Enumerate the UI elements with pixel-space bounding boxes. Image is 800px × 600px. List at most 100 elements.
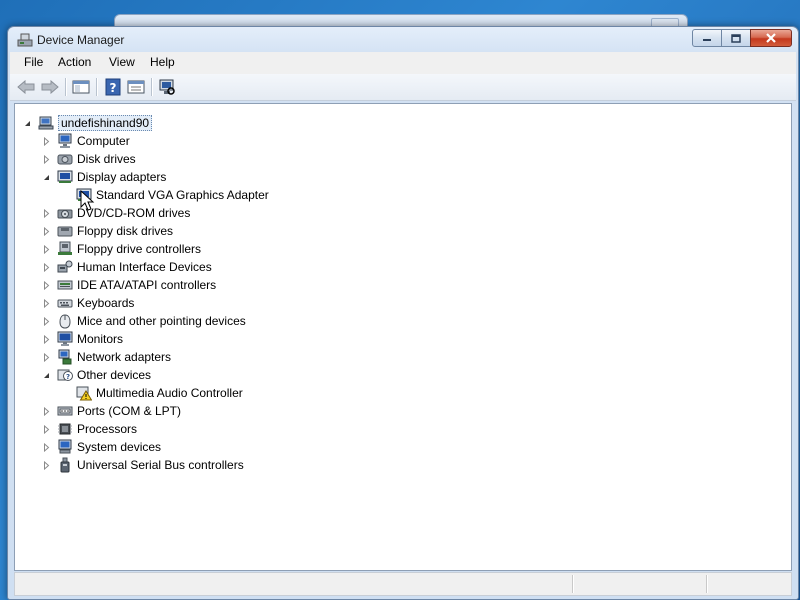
properties-button[interactable] <box>126 77 146 97</box>
node-expander[interactable] <box>42 173 51 182</box>
network-adapter-icon <box>58 349 72 365</box>
toolbar-separator <box>96 78 98 96</box>
system-device-icon <box>58 439 72 454</box>
tree-node-label: Processors <box>77 422 138 436</box>
mouse-icon <box>59 314 71 329</box>
caption-buttons <box>692 29 792 48</box>
root-expander[interactable] <box>23 119 32 128</box>
tree-node[interactable]: Floppy disk drives <box>42 222 173 240</box>
node-expander[interactable] <box>42 334 51 344</box>
menu-file[interactable]: File <box>24 55 43 69</box>
close-button[interactable] <box>750 29 792 47</box>
toolbar-separator <box>151 78 153 96</box>
tree-node[interactable]: Mice and other pointing devices <box>42 312 246 330</box>
tree-node-label: IDE ATA/ATAPI controllers <box>77 278 217 292</box>
toolbar: ? <box>10 74 796 101</box>
menu-action[interactable]: Action <box>58 55 91 69</box>
node-expander[interactable] <box>42 280 51 290</box>
expand-triangle-icon <box>44 334 50 344</box>
menu-view[interactable]: View <box>109 55 135 69</box>
expand-triangle-icon <box>44 244 50 254</box>
back-button[interactable] <box>16 77 36 97</box>
node-expander[interactable] <box>42 371 51 380</box>
node-expander[interactable] <box>42 316 51 326</box>
tree-child-label: Standard VGA Graphics Adapter <box>96 188 269 202</box>
tree-node[interactable]: Computer <box>42 132 130 150</box>
expand-triangle-icon <box>44 208 50 218</box>
title-bar[interactable]: Device Manager <box>8 27 798 53</box>
close-icon <box>766 33 776 43</box>
tree-node[interactable]: Processors <box>42 420 137 438</box>
node-expander[interactable] <box>42 352 51 362</box>
tree-node[interactable]: Display adapters <box>42 168 166 186</box>
tree-child-label: Multimedia Audio Controller <box>96 386 243 400</box>
tree-node[interactable]: Human Interface Devices <box>42 258 212 276</box>
show-hide-console-tree-icon <box>72 80 90 94</box>
expand-triangle-icon <box>44 460 50 470</box>
forward-arrow-icon <box>41 80 59 94</box>
collapse-triangle-icon <box>44 372 49 378</box>
tree-node[interactable]: Network adapters <box>42 348 171 366</box>
node-expander[interactable] <box>42 460 51 470</box>
expand-triangle-icon <box>44 406 50 416</box>
help-button[interactable]: ? <box>103 77 123 97</box>
tree-node[interactable]: Keyboards <box>42 294 134 312</box>
tree-node-label: Ports (COM & LPT) <box>77 404 182 418</box>
expand-triangle-icon <box>44 316 50 326</box>
tree-node-label: Network adapters <box>77 350 172 364</box>
node-expander[interactable] <box>42 298 51 308</box>
menu-bar: File Action View Help <box>10 52 796 75</box>
menu-help[interactable]: Help <box>150 55 175 69</box>
tree-child-node[interactable]: Multimedia Audio Controller <box>76 384 243 402</box>
warning-device-icon <box>76 386 92 401</box>
keyboard-icon <box>57 299 73 308</box>
expand-triangle-icon <box>44 442 50 452</box>
collapse-triangle-icon <box>25 120 30 126</box>
tree-node[interactable]: ? Other devices <box>42 366 151 384</box>
node-expander[interactable] <box>42 262 51 272</box>
tree-node[interactable]: Ports (COM & LPT) <box>42 402 181 420</box>
minimize-icon <box>703 39 711 41</box>
expand-triangle-icon <box>44 298 50 308</box>
expand-triangle-icon <box>44 262 50 272</box>
node-expander[interactable] <box>42 424 51 434</box>
tree-node[interactable]: Floppy drive controllers <box>42 240 201 258</box>
tree-node-label: Mice and other pointing devices <box>77 314 246 328</box>
tree-root-node[interactable]: undefishinand90 <box>23 114 153 132</box>
expand-triangle-icon <box>44 352 50 362</box>
expand-triangle-icon <box>44 424 50 434</box>
maximize-button[interactable] <box>721 29 751 47</box>
device-tree[interactable]: undefishinand90 Computer Disk drives Displa… <box>14 103 792 571</box>
svg-text:?: ? <box>66 373 70 381</box>
monitor-icon <box>57 331 73 346</box>
node-expander[interactable] <box>42 442 51 452</box>
tree-node[interactable]: DVD/CD-ROM drives <box>42 204 190 222</box>
node-expander[interactable] <box>42 154 51 164</box>
expand-triangle-icon <box>44 280 50 290</box>
tree-node-label: System devices <box>77 440 162 454</box>
tree-node-label: Keyboards <box>77 296 135 310</box>
ide-controller-icon <box>57 280 73 290</box>
scan-hardware-button[interactable] <box>157 77 177 97</box>
tree-node[interactable]: System devices <box>42 438 161 456</box>
hid-icon <box>57 260 73 273</box>
scan-hardware-icon <box>159 79 175 95</box>
tree-node[interactable]: Disk drives <box>42 150 136 168</box>
node-expander[interactable] <box>42 244 51 254</box>
tree-node[interactable]: Monitors <box>42 330 123 348</box>
minimize-button[interactable] <box>692 29 722 47</box>
status-bar-separator <box>706 575 708 593</box>
node-expander[interactable] <box>42 406 51 416</box>
root-node-label: undefishinand90 <box>58 115 153 131</box>
tree-node[interactable]: IDE ATA/ATAPI controllers <box>42 276 216 294</box>
node-expander[interactable] <box>42 226 51 236</box>
show-hide-console-tree-button[interactable] <box>71 77 91 97</box>
tree-node[interactable]: Universal Serial Bus controllers <box>42 456 244 474</box>
tree-node-label: Universal Serial Bus controllers <box>77 458 244 472</box>
properties-icon <box>127 80 145 94</box>
tree-child-node[interactable]: Standard VGA Graphics Adapter <box>76 186 269 204</box>
node-expander[interactable] <box>42 208 51 218</box>
tree-node-label: Floppy drive controllers <box>77 242 202 256</box>
node-expander[interactable] <box>42 136 51 146</box>
forward-button[interactable] <box>40 77 60 97</box>
